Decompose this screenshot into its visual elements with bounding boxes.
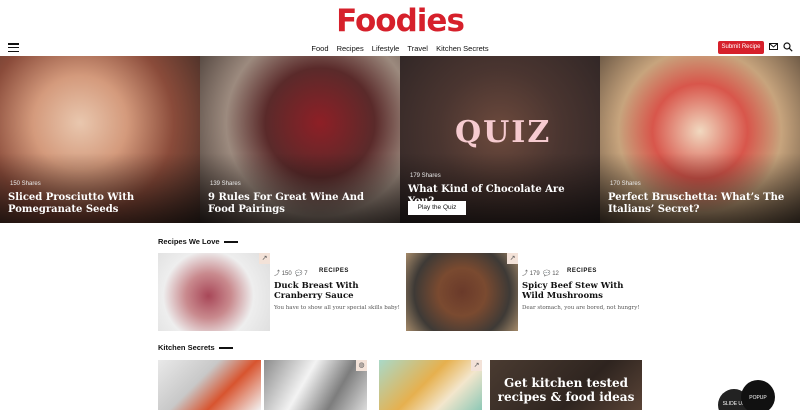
share-count: 179 Shares <box>410 173 441 179</box>
share-icon: ⤴ <box>522 271 529 277</box>
kitchen-card-baking[interactable]: ↗ <box>379 360 482 410</box>
newsletter-promo[interactable]: Get kitchen tested recipes & food ideas <box>490 360 642 410</box>
hero-card-title[interactable]: Sliced Prosciutto With Pomegranate Seeds <box>8 192 194 216</box>
recipe-stats: ⤴ 179 💬 12 <box>522 271 559 277</box>
hero-grid: 150 Shares Sliced Prosciutto With Pomegr… <box>0 56 800 223</box>
trending-icon: ↗ <box>471 360 482 371</box>
kitchen-card-knives[interactable]: ◍ <box>264 360 367 410</box>
recipe-tag[interactable]: RECIPES <box>319 268 349 274</box>
promo-text: Get kitchen tested recipes & food ideas <box>497 376 635 404</box>
hero-card-prosciutto[interactable]: 150 Shares Sliced Prosciutto With Pomegr… <box>0 56 200 223</box>
recipe-stats: ⤴ 150 💬 7 <box>274 271 308 277</box>
nav-travel[interactable]: Travel <box>407 44 428 53</box>
hero-card-title[interactable]: 9 Rules For Great Wine And Food Pairings <box>208 192 394 216</box>
share-count: 139 Shares <box>210 181 241 187</box>
recipe-title[interactable]: Duck Breast With Cranberry Sauce <box>274 281 394 301</box>
drop-icon: ◍ <box>356 360 367 371</box>
recipe-tag[interactable]: RECIPES <box>567 268 597 274</box>
recipe-title[interactable]: Spicy Beef Stew With Wild Mushrooms <box>522 281 642 301</box>
share-count: 170 Shares <box>610 181 641 187</box>
nav-recipes[interactable]: Recipes <box>337 44 364 53</box>
hero-card-wine[interactable]: 139 Shares 9 Rules For Great Wine And Fo… <box>200 56 400 223</box>
recipe-image-duck[interactable]: ↗ <box>158 253 270 331</box>
site-logo[interactable]: Foodies <box>0 3 800 39</box>
kitchen-card-knives-tomatoes[interactable] <box>158 360 261 410</box>
recipes-section-heading: Recipes We Love <box>158 237 238 246</box>
main-nav: Food Recipes Lifestyle Travel Kitchen Se… <box>0 44 800 53</box>
quiz-overlay-text: QUIZ <box>455 115 552 150</box>
share-icon: ⤴ <box>274 271 281 277</box>
nav-food[interactable]: Food <box>311 44 328 53</box>
recipe-image-beef-stew[interactable]: ↗ <box>406 253 518 331</box>
trending-icon: ↗ <box>507 253 518 264</box>
nav-kitchen-secrets[interactable]: Kitchen Secrets <box>436 44 489 53</box>
comment-icon: 💬 <box>543 271 551 277</box>
trending-icon: ↗ <box>259 253 270 264</box>
recipe-description: Dear stomach, you are bored, not hungry! <box>522 305 640 311</box>
recipe-description: You have to show all your special skills… <box>274 305 400 311</box>
submit-recipe-button[interactable]: Submit Recipe <box>718 41 764 54</box>
mail-icon[interactable] <box>769 43 778 50</box>
kitchen-section-heading: Kitchen Secrets <box>158 343 233 352</box>
share-count: 150 Shares <box>10 181 41 187</box>
hero-card-bruschetta[interactable]: 170 Shares Perfect Bruschetta: What’s Th… <box>600 56 800 223</box>
nav-lifestyle[interactable]: Lifestyle <box>372 44 400 53</box>
play-quiz-button[interactable]: Play the Quiz <box>408 201 466 215</box>
search-icon[interactable] <box>783 42 793 52</box>
comment-icon: 💬 <box>295 271 303 277</box>
hero-card-title[interactable]: Perfect Bruschetta: What’s The Italians’… <box>608 192 794 216</box>
popup-button[interactable]: POPUP <box>741 380 775 410</box>
